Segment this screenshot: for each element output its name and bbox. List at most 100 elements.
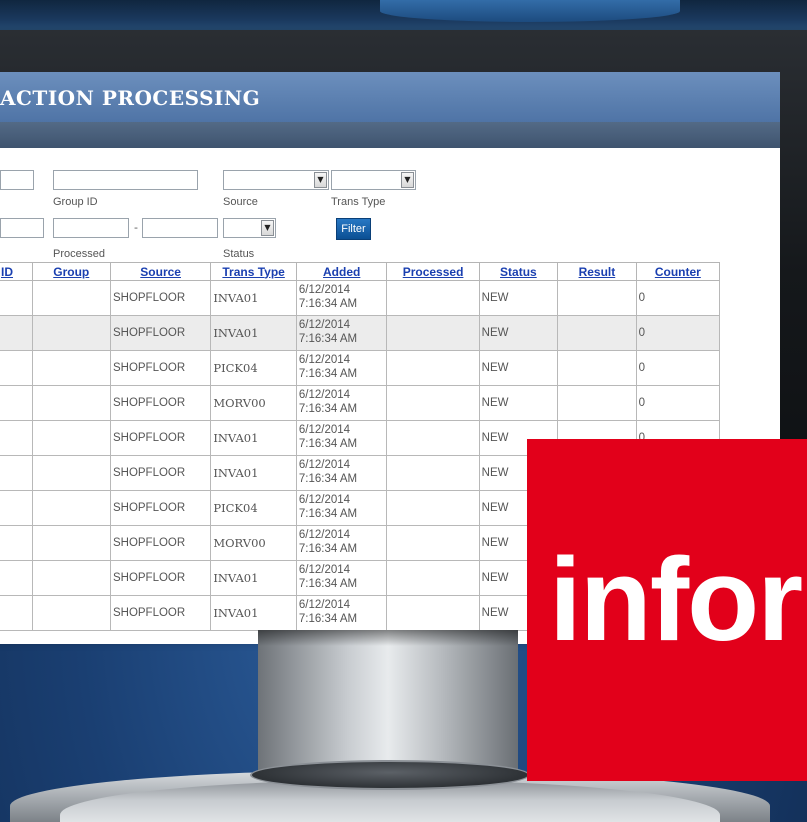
source-label: Source bbox=[223, 196, 258, 208]
monitor-neck bbox=[258, 630, 518, 775]
added-cell: 6/12/2014 7:16:34 AM bbox=[295, 455, 388, 491]
trans-type-cell: INVA01 bbox=[210, 420, 297, 456]
processed-cell bbox=[386, 560, 480, 596]
column-header-source[interactable]: Source bbox=[109, 262, 212, 281]
group-id-label: Group ID bbox=[53, 196, 98, 208]
column-header-id[interactable]: ID bbox=[0, 262, 33, 281]
chevron-down-icon: ▼ bbox=[401, 172, 414, 188]
group-cell bbox=[31, 595, 111, 631]
trans-type-cell: INVA01 bbox=[210, 315, 297, 351]
processed-label: Processed bbox=[53, 248, 105, 260]
status-cell: NEW bbox=[478, 315, 559, 351]
table-row[interactable]: SHOPFLOOR PICK04 6/12/2014 7:16:34 AM NEW 0 bbox=[0, 350, 721, 386]
processed-cell bbox=[386, 525, 480, 561]
status-cell: NEW bbox=[478, 350, 559, 386]
table-row[interactable]: SHOPFLOOR MORV00 6/12/2014 7:16:34 AM NEW 0 bbox=[0, 385, 721, 421]
trans-type-cell: INVA01 bbox=[210, 280, 297, 316]
group-cell bbox=[31, 525, 111, 561]
processed-to-input[interactable] bbox=[142, 218, 218, 238]
processed-cell bbox=[386, 420, 480, 456]
source-cell: SHOPFLOOR bbox=[109, 350, 212, 386]
processed-from-input[interactable] bbox=[53, 218, 129, 238]
result-cell bbox=[557, 280, 637, 316]
id-cell bbox=[0, 525, 33, 561]
group-id-filter-input[interactable] bbox=[53, 170, 198, 190]
column-header-added[interactable]: Added bbox=[295, 262, 388, 281]
id-cell bbox=[0, 420, 33, 456]
range-separator: - bbox=[134, 221, 138, 234]
logo-text: infor bbox=[549, 534, 803, 666]
app-header: ACTION PROCESSING bbox=[0, 72, 780, 122]
id-cell bbox=[0, 490, 33, 526]
trans-type-cell: INVA01 bbox=[210, 595, 297, 631]
added-time: 7:16:34 AM bbox=[298, 298, 358, 310]
group-cell bbox=[31, 385, 111, 421]
table-row[interactable]: SHOPFLOOR INVA01 6/12/2014 7:16:34 AM NEW 0 bbox=[0, 315, 721, 351]
added-cell: 6/12/2014 7:16:34 AM bbox=[295, 490, 388, 526]
infor-logo: infor bbox=[527, 439, 807, 781]
monitor-base-ring bbox=[250, 760, 530, 790]
added-cell: 6/12/2014 7:16:34 AM bbox=[295, 280, 388, 316]
source-cell: SHOPFLOOR bbox=[109, 315, 212, 351]
result-cell bbox=[557, 315, 637, 351]
group-cell bbox=[31, 420, 111, 456]
added-cell: 6/12/2014 7:16:34 AM bbox=[295, 315, 388, 351]
source-select[interactable]: ▼ bbox=[223, 170, 329, 190]
source-cell: SHOPFLOOR bbox=[109, 280, 212, 316]
filter-button[interactable]: Filter bbox=[336, 218, 371, 240]
counter-cell: 0 bbox=[635, 385, 721, 421]
added-cell: 6/12/2014 7:16:34 AM bbox=[295, 385, 388, 421]
added-date: 6/12/2014 bbox=[298, 424, 351, 436]
added-time: 7:16:34 AM bbox=[298, 333, 358, 345]
column-header-processed[interactable]: Processed bbox=[386, 262, 480, 281]
status-cell: NEW bbox=[478, 280, 559, 316]
added-date: 6/12/2014 bbox=[298, 529, 351, 541]
group-cell bbox=[31, 280, 111, 316]
added-date: 6/12/2014 bbox=[298, 494, 351, 506]
status-select[interactable]: ▼ bbox=[223, 218, 276, 238]
app-subbar bbox=[0, 122, 780, 148]
table-row[interactable]: SHOPFLOOR INVA01 6/12/2014 7:16:34 AM NEW 0 bbox=[0, 280, 721, 316]
group-cell bbox=[31, 315, 111, 351]
column-header-trans-type[interactable]: Trans Type bbox=[210, 262, 297, 281]
trans-type-cell: MORV00 bbox=[210, 385, 297, 421]
id-filter-input[interactable] bbox=[0, 170, 34, 190]
added-time: 7:16:34 AM bbox=[298, 543, 358, 555]
added-from-input[interactable] bbox=[0, 218, 44, 238]
trans-type-cell: PICK04 bbox=[210, 350, 297, 386]
monitor-neck-shadow bbox=[258, 630, 518, 646]
added-time: 7:16:34 AM bbox=[298, 368, 358, 380]
processed-cell bbox=[386, 315, 480, 351]
status-label: Status bbox=[223, 248, 255, 260]
id-cell bbox=[0, 385, 33, 421]
chevron-down-icon: ▼ bbox=[314, 172, 327, 188]
column-header-result[interactable]: Result bbox=[557, 262, 637, 281]
source-cell: SHOPFLOOR bbox=[109, 525, 212, 561]
result-cell bbox=[557, 350, 637, 386]
processed-cell bbox=[386, 595, 480, 631]
result-cell bbox=[557, 385, 637, 421]
added-date: 6/12/2014 bbox=[298, 459, 351, 471]
column-header-group[interactable]: Group bbox=[31, 262, 111, 281]
processed-cell bbox=[386, 350, 480, 386]
chevron-down-icon: ▼ bbox=[261, 220, 274, 236]
counter-cell: 0 bbox=[635, 280, 721, 316]
id-cell bbox=[0, 560, 33, 596]
group-cell bbox=[31, 560, 111, 596]
column-header-counter[interactable]: Counter bbox=[635, 262, 721, 281]
status-cell: NEW bbox=[478, 385, 559, 421]
trans-type-cell: PICK04 bbox=[210, 490, 297, 526]
counter-cell: 0 bbox=[635, 350, 721, 386]
id-cell bbox=[0, 280, 33, 316]
added-cell: 6/12/2014 7:16:34 AM bbox=[295, 525, 388, 561]
added-date: 6/12/2014 bbox=[298, 354, 351, 366]
processed-cell bbox=[386, 455, 480, 491]
added-time: 7:16:34 AM bbox=[298, 613, 358, 625]
added-date: 6/12/2014 bbox=[298, 389, 351, 401]
trans-type-select[interactable]: ▼ bbox=[331, 170, 416, 190]
added-time: 7:16:34 AM bbox=[298, 578, 358, 590]
source-cell: SHOPFLOOR bbox=[109, 455, 212, 491]
processed-cell bbox=[386, 385, 480, 421]
column-header-status[interactable]: Status bbox=[478, 262, 559, 281]
id-cell bbox=[0, 455, 33, 491]
